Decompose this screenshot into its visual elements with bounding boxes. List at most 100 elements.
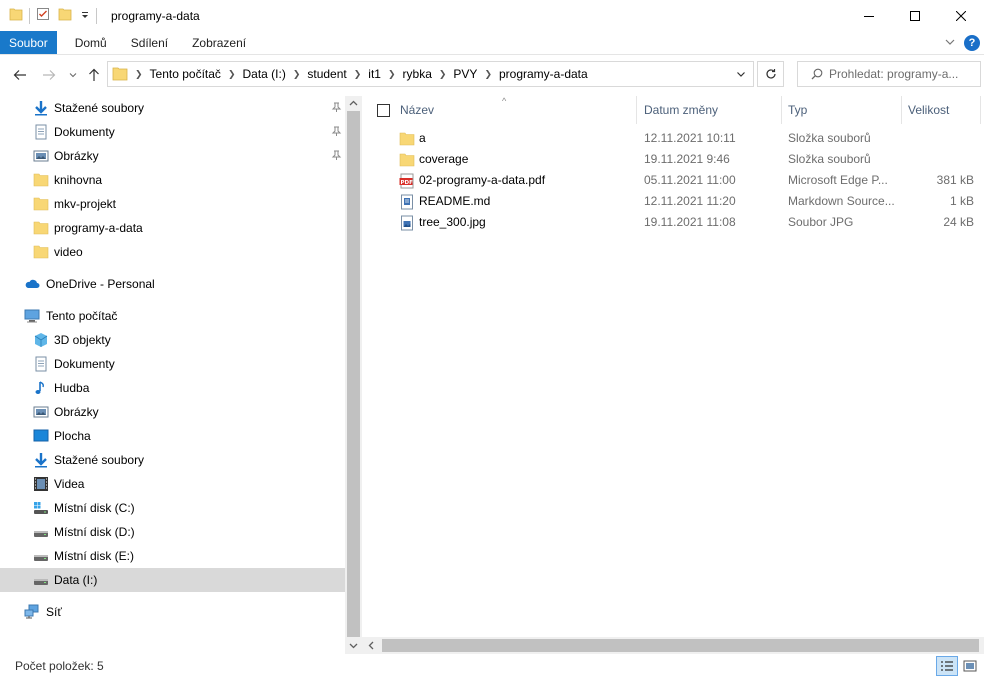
- sidebar-scrollbar[interactable]: [345, 96, 362, 654]
- tab-soubor[interactable]: Soubor: [0, 31, 57, 54]
- folder-icon: [33, 220, 49, 236]
- sidebar-item-onedrive[interactable]: OneDrive - Personal: [0, 272, 345, 296]
- sidebar-item-video[interactable]: video: [0, 240, 345, 264]
- details-view-button[interactable]: [936, 656, 958, 676]
- file-list-hscrollbar[interactable]: [362, 637, 984, 654]
- refresh-button[interactable]: [757, 61, 784, 87]
- sidebar-item-downloads[interactable]: Stažené soubory: [0, 96, 345, 120]
- expand-ribbon-icon[interactable]: [944, 36, 956, 51]
- address-dropdown-button[interactable]: [729, 62, 753, 86]
- file-row[interactable]: coverage 19.11.2021 9:46 Složka souborů: [362, 149, 984, 170]
- column-header-date[interactable]: Datum změny: [644, 96, 718, 124]
- chevron-right-icon: ❯: [135, 68, 143, 79]
- tab-sdileni[interactable]: Sdílení: [121, 31, 178, 54]
- computer-icon: [24, 308, 40, 324]
- scrollbar-thumb[interactable]: [347, 111, 360, 637]
- recent-locations-button[interactable]: [64, 66, 82, 84]
- column-header-name[interactable]: Název: [400, 96, 434, 124]
- up-button[interactable]: [85, 66, 103, 84]
- large-icons-view-button[interactable]: [959, 656, 981, 676]
- search-icon: [811, 68, 823, 80]
- column-header-type[interactable]: Typ: [788, 96, 807, 124]
- text-file-icon: [399, 194, 415, 210]
- tab-zobrazeni[interactable]: Zobrazení: [182, 31, 256, 54]
- new-folder-icon[interactable]: [58, 7, 72, 24]
- sidebar-item-programy-a-data[interactable]: programy-a-data: [0, 216, 345, 240]
- breadcrumb-item[interactable]: programy-a-data: [499, 67, 588, 81]
- sidebar-item-knihovna[interactable]: knihovna: [0, 168, 345, 192]
- pictures-icon: [33, 148, 49, 164]
- sidebar-item-documents[interactable]: Dokumenty: [0, 120, 345, 144]
- sidebar-item-drive-i[interactable]: Data (I:): [0, 568, 345, 592]
- file-type: Složka souborů: [788, 131, 871, 145]
- sidebar-item-drive-e[interactable]: Místní disk (E:): [0, 544, 345, 568]
- sidebar-item-videos[interactable]: Videa: [0, 472, 345, 496]
- chevron-right-icon[interactable]: ❯: [293, 69, 301, 80]
- drive-icon: [33, 548, 49, 564]
- scroll-up-icon[interactable]: [349, 99, 358, 108]
- breadcrumb-item[interactable]: rybka: [403, 67, 432, 81]
- breadcrumb-item[interactable]: PVY: [453, 67, 477, 81]
- sidebar-item-drive-c[interactable]: Místní disk (C:): [0, 496, 345, 520]
- chevron-right-icon[interactable]: ❯: [228, 69, 236, 80]
- file-row[interactable]: a 12.11.2021 10:11 Složka souborů: [362, 128, 984, 149]
- sidebar-item-desktop[interactable]: Plocha: [0, 424, 345, 448]
- cloud-icon: [24, 276, 40, 292]
- pdf-icon: PDF: [399, 173, 415, 189]
- back-button[interactable]: [11, 66, 29, 84]
- sidebar-item-this-pc[interactable]: Tento počítač: [0, 304, 345, 328]
- chevron-right-icon[interactable]: ❯: [354, 69, 362, 80]
- breadcrumb-item[interactable]: student: [307, 67, 346, 81]
- file-name: README.md: [419, 194, 491, 208]
- folder-icon: [112, 67, 128, 81]
- file-row[interactable]: README.md 12.11.2021 11:20 Markdown Sour…: [362, 191, 984, 212]
- scroll-left-icon[interactable]: [367, 641, 376, 650]
- sidebar-item-pictures[interactable]: Obrázky: [0, 144, 345, 168]
- file-type: Složka souborů: [788, 152, 871, 166]
- search-input[interactable]: Prohledat: programy-a...: [797, 61, 981, 87]
- column-headers: ^ Název Datum změny Typ Velikost: [362, 96, 984, 124]
- pin-icon[interactable]: [331, 125, 343, 137]
- column-header-size[interactable]: Velikost: [908, 96, 949, 124]
- maximize-button[interactable]: [892, 0, 938, 31]
- help-icon[interactable]: ?: [964, 35, 980, 51]
- file-type: Soubor JPG: [788, 215, 854, 229]
- pin-icon[interactable]: [331, 101, 343, 113]
- sidebar-item-mkv-projekt[interactable]: mkv-projekt: [0, 192, 345, 216]
- breadcrumb-item[interactable]: it1: [368, 67, 381, 81]
- sidebar-item-downloads[interactable]: Stažené soubory: [0, 448, 345, 472]
- file-name: tree_300.jpg: [419, 215, 486, 229]
- breadcrumb-item[interactable]: Tento počítač: [150, 67, 221, 81]
- file-size: 381 kB: [936, 173, 974, 187]
- address-bar[interactable]: ❯ Tento počítač ❯ Data (I:) ❯ student ❯ …: [107, 61, 754, 87]
- sidebar-item-network[interactable]: Síť: [0, 600, 345, 624]
- pin-icon[interactable]: [331, 149, 343, 161]
- tab-domu[interactable]: Domů: [65, 31, 117, 54]
- folder-icon: [33, 196, 49, 212]
- scrollbar-thumb[interactable]: [382, 639, 979, 652]
- documents-icon: [33, 124, 49, 140]
- up-arrow-icon: [89, 68, 99, 81]
- minimize-button[interactable]: [846, 0, 892, 31]
- sidebar-item-drive-d[interactable]: Místní disk (D:): [0, 520, 345, 544]
- sidebar-item-music[interactable]: Hudba: [0, 376, 345, 400]
- navigation-bar: ❯ Tento počítač ❯ Data (I:) ❯ student ❯ …: [0, 55, 984, 95]
- breadcrumb-item[interactable]: Data (I:): [242, 67, 285, 81]
- file-row[interactable]: tree_300.jpg 19.11.2021 11:08 Soubor JPG…: [362, 212, 984, 233]
- chevron-right-icon[interactable]: ❯: [388, 69, 396, 80]
- properties-icon[interactable]: [36, 7, 50, 24]
- sidebar-item-documents[interactable]: Dokumenty: [0, 352, 345, 376]
- scroll-down-icon[interactable]: [349, 641, 358, 650]
- sidebar-item-pictures[interactable]: Obrázky: [0, 400, 345, 424]
- title-bar: programy-a-data: [0, 0, 984, 31]
- chevron-down-icon: [69, 73, 77, 78]
- customize-toolbar-icon[interactable]: [80, 9, 90, 23]
- chevron-right-icon[interactable]: ❯: [439, 69, 447, 80]
- close-button[interactable]: [938, 0, 984, 31]
- file-row[interactable]: PDF 02-programy-a-data.pdf 05.11.2021 11…: [362, 170, 984, 191]
- search-placeholder: Prohledat: programy-a...: [829, 67, 959, 81]
- forward-button[interactable]: [40, 66, 58, 84]
- chevron-right-icon[interactable]: ❯: [484, 69, 492, 80]
- select-all-checkbox[interactable]: [377, 96, 390, 124]
- sidebar-item-3d-objects[interactable]: 3D objekty: [0, 328, 345, 352]
